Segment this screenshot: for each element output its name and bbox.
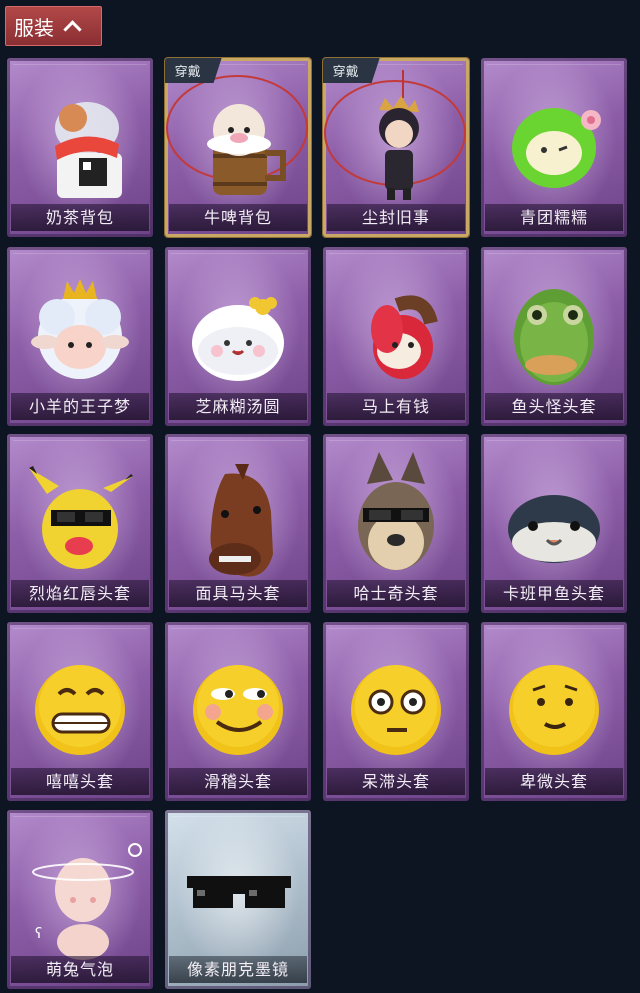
costume-name: 奶茶背包 xyxy=(11,204,149,231)
milk-tea-backpack-icon xyxy=(55,102,122,198)
costume-card[interactable]: 鱼头怪头套 xyxy=(481,247,627,426)
red-lips-mask-icon xyxy=(29,466,133,569)
costume-name: 马上有钱 xyxy=(327,393,465,420)
costume-card[interactable]: 哈士奇头套 xyxy=(323,434,469,613)
costume-card[interactable]: 小羊的王子梦 xyxy=(7,247,153,426)
funny-emoji-mask-icon xyxy=(193,665,283,755)
worn-badge: 穿戴 xyxy=(165,58,222,83)
costume-card[interactable]: 面具马头套 xyxy=(165,434,311,613)
husky-mask-icon xyxy=(358,452,434,570)
costume-name: 嘻嘻头套 xyxy=(11,768,149,795)
humble-emoji-mask-icon xyxy=(509,665,599,755)
chevron-up-icon xyxy=(63,19,82,39)
costume-name: 鱼头怪头套 xyxy=(485,393,623,420)
costume-name: 卑微头套 xyxy=(485,768,623,795)
pixel-punk-sunglasses-icon xyxy=(187,876,291,908)
worn-badge-label: 穿戴 xyxy=(332,64,359,80)
costume-name: 芝麻糊汤圆 xyxy=(169,393,307,420)
section-header-costume[interactable]: 服装 xyxy=(5,6,102,46)
costume-card[interactable]: 青团糯糯 xyxy=(481,58,627,237)
green-dumpling-icon xyxy=(512,108,601,188)
lamb-prince-icon xyxy=(31,279,129,379)
costume-name: 卡班甲鱼头套 xyxy=(485,580,623,607)
kaban-turtle-mask-icon xyxy=(508,495,600,563)
cute-rabbit-bubble-icon: ʕ xyxy=(32,843,142,960)
costume-name: 小羊的王子梦 xyxy=(11,393,149,420)
costume-name: 哈士奇头套 xyxy=(327,580,465,607)
horse-head-mask-icon xyxy=(209,464,273,577)
costume-name: 青团糯糯 xyxy=(485,204,623,231)
worn-badge: 穿戴 xyxy=(323,58,380,83)
costume-card[interactable]: 嘻嘻头套 xyxy=(7,622,153,801)
costume-name: 呆滞头套 xyxy=(327,768,465,795)
costume-card[interactable]: ʕ 萌兔气泡 xyxy=(7,810,153,989)
costume-card[interactable]: 马上有钱 xyxy=(323,247,469,426)
costume-name: 尘封旧事 xyxy=(327,204,465,231)
costume-name: 像素朋克墨镜 xyxy=(169,956,307,983)
costume-name: 牛啤背包 xyxy=(169,204,307,231)
costume-card[interactable]: 奶茶背包 xyxy=(7,58,153,237)
section-title: 服装 xyxy=(14,15,54,40)
costume-card[interactable]: 卑微头套 xyxy=(481,622,627,801)
costume-name: 烈焰红唇头套 xyxy=(11,580,149,607)
dazed-emoji-mask-icon xyxy=(351,665,441,755)
sesame-tangyuan-icon xyxy=(192,297,284,381)
grinning-emoji-mask-icon xyxy=(35,665,125,755)
costume-card[interactable]: 穿戴牛啤背包 xyxy=(165,58,311,237)
costume-card[interactable]: 像素朋克墨镜 xyxy=(165,810,311,989)
costume-card[interactable]: 滑稽头套 xyxy=(165,622,311,801)
costume-card[interactable]: 穿戴尘封旧事 xyxy=(323,58,469,237)
costume-card[interactable]: 呆滞头套 xyxy=(323,622,469,801)
costume-name: 萌兔气泡 xyxy=(11,956,149,983)
costume-card[interactable]: 烈焰红唇头套 xyxy=(7,434,153,613)
money-horse-icon xyxy=(371,295,438,379)
costume-card[interactable]: 卡班甲鱼头套 xyxy=(481,434,627,613)
costume-name: 面具马头套 xyxy=(169,580,307,607)
fish-head-mask-icon xyxy=(514,289,594,385)
costume-card[interactable]: 芝麻糊汤圆 xyxy=(165,247,311,426)
svg-text:ʕ: ʕ xyxy=(35,926,42,942)
worn-badge-label: 穿戴 xyxy=(174,64,201,80)
costume-name: 滑稽头套 xyxy=(169,768,307,795)
